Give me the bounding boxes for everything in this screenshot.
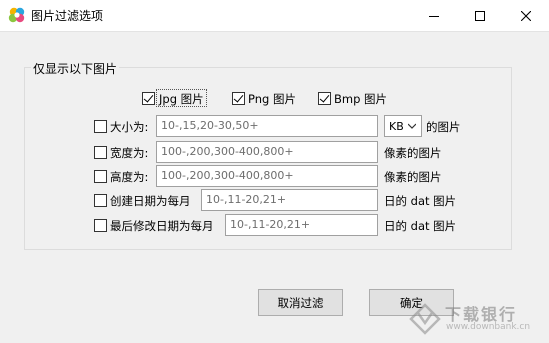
size-unit-select[interactable]: KB: [384, 115, 422, 137]
minimize-button[interactable]: [411, 0, 457, 31]
height-suffix: 像素的图片: [384, 170, 442, 184]
width-suffix: 像素的图片: [384, 146, 442, 160]
created-label[interactable]: 创建日期为每月: [110, 193, 191, 209]
size-suffix: 的图片: [426, 120, 461, 134]
watermark: 下载银行 www.downbank.cn: [409, 301, 541, 337]
jpg-checkbox[interactable]: [142, 92, 155, 105]
watermark-logo-icon: [409, 303, 441, 335]
maximize-icon: [475, 10, 485, 21]
width-input[interactable]: 100-,200,300-400,800+: [156, 141, 378, 163]
watermark-url: www.downbank.cn: [446, 322, 531, 332]
close-button[interactable]: [503, 0, 549, 31]
modified-checkbox[interactable]: [94, 219, 107, 232]
bmp-label[interactable]: Bmp 图片: [334, 91, 387, 107]
created-input[interactable]: 10-,11-20,21+: [201, 189, 378, 211]
size-input[interactable]: 10-,15,20-30,50+: [156, 115, 378, 137]
size-unit-value: KB: [389, 120, 404, 133]
chevron-down-icon: [408, 123, 416, 129]
jpg-label[interactable]: Jpg 图片: [159, 91, 204, 107]
cancel-filter-button[interactable]: 取消过滤: [258, 289, 343, 316]
png-checkbox[interactable]: [232, 92, 245, 105]
png-label[interactable]: Png 图片: [248, 91, 296, 107]
width-label[interactable]: 宽度为:: [110, 145, 148, 161]
group-title: 仅显示以下图片: [31, 60, 120, 77]
maximize-button[interactable]: [457, 0, 503, 31]
width-checkbox[interactable]: [94, 146, 107, 159]
bmp-checkbox[interactable]: [318, 92, 331, 105]
modified-suffix: 日的 dat 图片: [384, 219, 457, 233]
modified-input[interactable]: 10-,11-20,21+: [225, 214, 378, 236]
app-logo-icon: [8, 7, 25, 23]
height-checkbox[interactable]: [94, 170, 107, 183]
created-suffix: 日的 dat 图片: [384, 194, 457, 208]
window-title: 图片过滤选项: [31, 9, 104, 23]
title-separator: [0, 31, 549, 32]
size-label[interactable]: 大小为:: [110, 119, 148, 135]
height-label[interactable]: 高度为:: [110, 169, 148, 185]
created-checkbox[interactable]: [94, 194, 107, 207]
modified-label[interactable]: 最后修改日期为每月: [110, 218, 214, 234]
title-bar: 图片过滤选项: [0, 0, 549, 31]
minimize-icon: [429, 15, 439, 17]
height-input[interactable]: 100-,200,300-400,800+: [156, 165, 378, 187]
close-icon: [521, 10, 531, 21]
size-checkbox[interactable]: [94, 120, 107, 133]
